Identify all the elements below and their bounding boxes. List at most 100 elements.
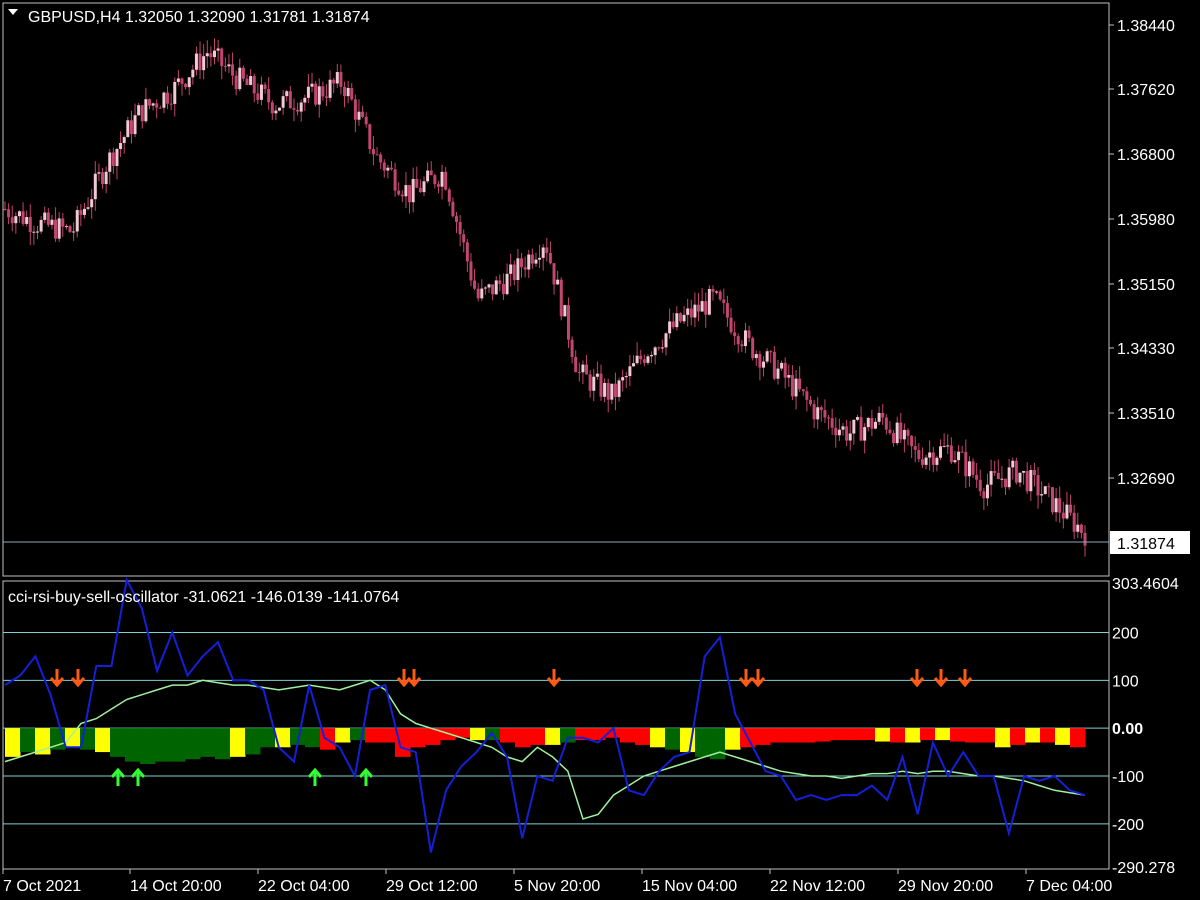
candle-body [259, 84, 263, 100]
candle-body [267, 89, 271, 103]
candle-body [46, 212, 50, 225]
histogram-bar [65, 728, 81, 748]
candle-body [574, 356, 578, 373]
candle-body [426, 170, 430, 182]
candle-body [845, 426, 849, 441]
histogram-bar [260, 728, 276, 748]
candle-body [975, 474, 979, 480]
candle-body [386, 167, 390, 171]
histogram-bar [140, 728, 156, 765]
trading-chart[interactable]: GBPUSD,H4 1.32050 1.32090 1.31781 1.3187… [0, 0, 1200, 900]
candle-body [816, 407, 820, 420]
histogram-bar [410, 728, 426, 748]
candle-body [613, 383, 617, 397]
candle-body [808, 399, 812, 405]
candle-body [209, 53, 213, 58]
candle-body [498, 280, 502, 284]
candle-body [769, 351, 773, 353]
candle-body [332, 79, 336, 84]
candle-body [913, 446, 917, 450]
candle-body [241, 67, 245, 79]
candle-body [357, 111, 361, 120]
candle-body [216, 48, 220, 51]
candle-body [585, 364, 589, 375]
candle-body [191, 69, 195, 78]
candle-body [440, 171, 444, 187]
candle-body [270, 102, 274, 114]
candle-body [501, 283, 505, 295]
candle-body [935, 457, 939, 465]
histogram-bar [755, 728, 771, 745]
candle-body [21, 211, 25, 224]
candle-body [25, 217, 29, 224]
candle-body [10, 217, 14, 224]
candle-body [848, 433, 852, 441]
candle-body [642, 359, 646, 363]
candle-body [646, 356, 650, 363]
candle-body [299, 102, 303, 112]
candle-body [476, 288, 480, 299]
candle-body [512, 264, 516, 281]
indicator-axis-label: 0.00 [1112, 721, 1143, 738]
candle-body [592, 376, 596, 391]
candle-body [1054, 498, 1058, 513]
candle-body [715, 291, 719, 293]
candle-body [910, 435, 914, 447]
histogram-bar [995, 728, 1011, 748]
candle-body [32, 231, 36, 233]
candle-body [306, 86, 310, 98]
candle-body [509, 264, 513, 274]
candle-body [971, 461, 975, 475]
candle-body [993, 471, 997, 473]
candle-body [711, 289, 715, 292]
candle-body [996, 472, 1000, 480]
candle-body [346, 87, 350, 97]
candle-body [1047, 486, 1051, 488]
candle-body [581, 364, 585, 373]
candle-body [545, 247, 549, 253]
candle-body [43, 212, 47, 220]
candle-body [693, 304, 697, 318]
histogram-bar [815, 728, 831, 742]
candle-body [884, 417, 888, 430]
candle-body [570, 339, 574, 357]
candle-body [54, 219, 58, 239]
candle-body [631, 363, 635, 367]
candle-body [892, 433, 896, 444]
candle-body [321, 86, 325, 97]
candle-body [1032, 470, 1036, 476]
candle-body [408, 185, 412, 203]
candle-body [1014, 460, 1018, 483]
candle-body [841, 426, 845, 430]
candle-body [263, 84, 267, 90]
candle-body [126, 120, 130, 138]
candle-body [184, 83, 188, 88]
candle-body [556, 279, 560, 285]
candle-body [541, 247, 545, 258]
histogram-bar [110, 728, 126, 757]
indicator-title: cci-rsi-buy-sell-oscillator -31.0621 -14… [8, 589, 399, 606]
candle-body [1036, 475, 1040, 496]
candle-body [447, 189, 451, 202]
candle-body [758, 354, 762, 368]
indicator-axis-label: -200 [1112, 817, 1144, 834]
histogram-bar [1010, 728, 1026, 745]
candle-body [765, 351, 769, 362]
candle-body [548, 252, 552, 264]
candle-body [707, 289, 711, 315]
candle-body [523, 267, 527, 270]
candle-body [82, 208, 86, 215]
candle-body [350, 87, 354, 100]
candle-body [863, 427, 867, 441]
candle-body [462, 234, 466, 243]
candle-body [588, 374, 592, 391]
time-axis-label: 22 Nov 12:00 [770, 878, 865, 895]
histogram-bar [380, 728, 396, 743]
candle-body [151, 103, 155, 106]
candle-body [3, 208, 7, 210]
histogram-bar [305, 728, 321, 748]
candle-body [819, 407, 823, 411]
candle-body [429, 170, 433, 176]
histogram-bar [650, 728, 666, 748]
candle-body [238, 67, 242, 90]
